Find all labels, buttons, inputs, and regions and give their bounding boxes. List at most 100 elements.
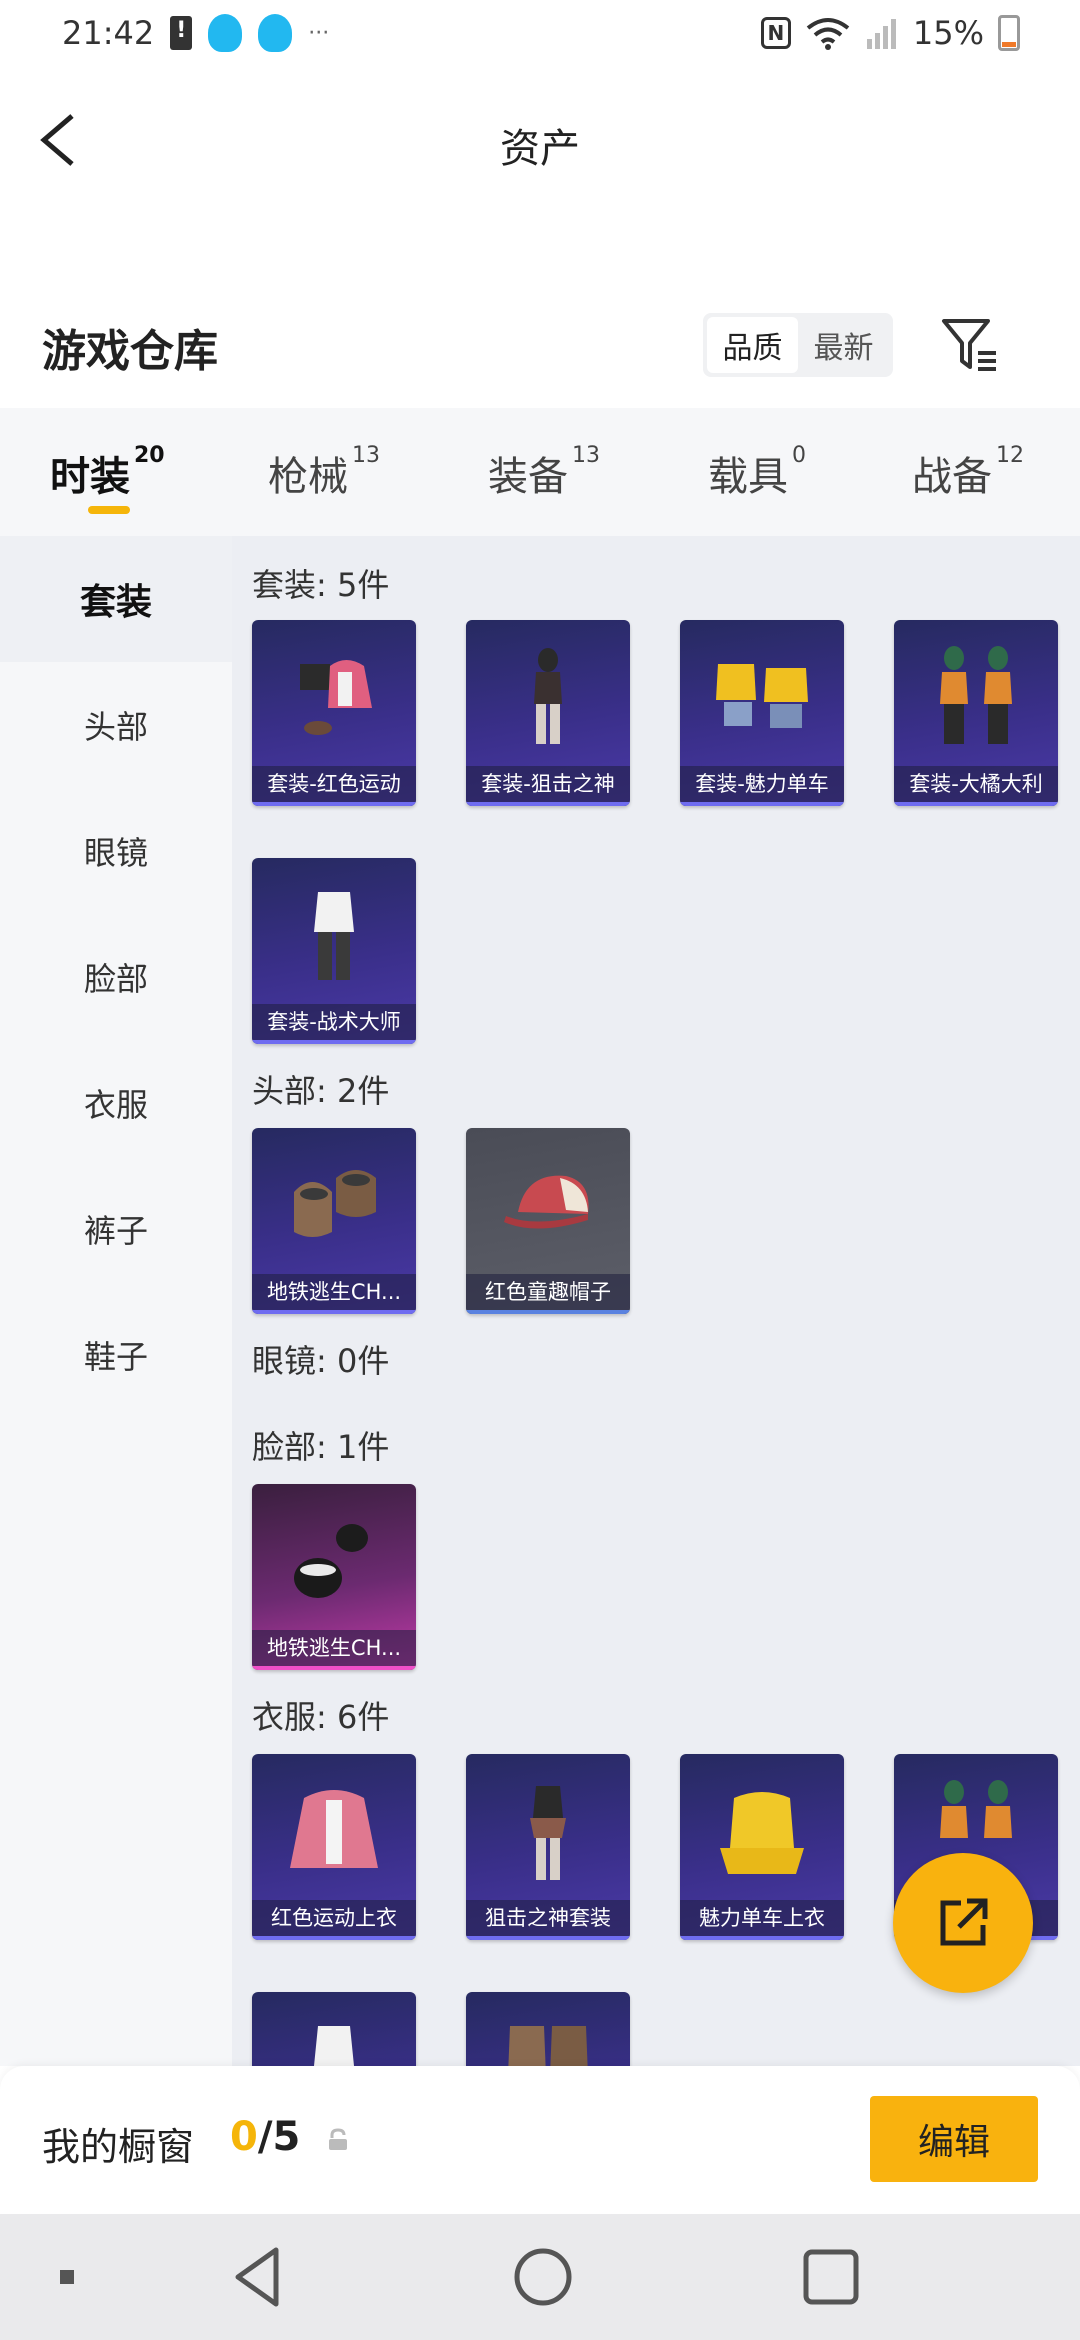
section-label-suits: 套装: 5件: [252, 566, 390, 604]
sidebar-item-pants[interactable]: 裤子: [0, 1166, 232, 1292]
item-name: 套装-狙击之神: [466, 766, 630, 806]
item-name: 套装-红色运动: [252, 766, 416, 806]
item-name: 地铁逃生CH...: [252, 1630, 416, 1670]
tab-label: 战备: [912, 454, 992, 500]
qq-icon: [258, 14, 293, 52]
item-card[interactable]: 套装-战术大师: [252, 858, 416, 1044]
sort-newest-option[interactable]: 最新: [798, 317, 889, 373]
showcase-total: /5: [257, 2114, 301, 2160]
lock-icon: [329, 2128, 347, 2150]
item-name: 狙击之神套装: [466, 1900, 630, 1940]
tab-count: 13: [572, 442, 600, 468]
item-card[interactable]: 套装-魅力单车: [680, 620, 844, 806]
system-nav-bar: [0, 2214, 1080, 2340]
item-name: 红色运动上衣: [252, 1900, 416, 1940]
item-card[interactable]: 红色运动上衣: [252, 1754, 416, 1940]
item-name: 地铁逃生CH...: [252, 1274, 416, 1314]
outfit-image: [314, 892, 354, 980]
tab-vehicles[interactable]: 载具 0: [708, 442, 806, 502]
tab-count: 13: [352, 442, 380, 468]
showcase-bar: 我的橱窗 0/5 编辑: [0, 2066, 1080, 2214]
section-label-face: 脸部: 1件: [252, 1428, 390, 1466]
item-card[interactable]: 狙击之神套装: [466, 1754, 630, 1940]
item-grid: 套装: 5件 套装-红色运动 套装-狙击之神 套装-魅力单车 套装-大橘大利 套…: [232, 536, 1080, 2066]
jacket-image: [290, 1790, 378, 1868]
item-name: 套装-魅力单车: [680, 766, 844, 806]
item-card[interactable]: [466, 1992, 630, 2066]
item-card[interactable]: 套装-狙击之神: [466, 620, 630, 806]
outfit-image: [314, 2026, 354, 2066]
coat-image: [508, 2026, 588, 2066]
nav-home-icon[interactable]: [510, 2244, 576, 2310]
showcase-label: 我的橱窗: [42, 2125, 195, 2169]
signal-icon: [866, 19, 896, 49]
outfit-image: [940, 646, 1012, 744]
item-card[interactable]: 套装-大橘大利: [894, 620, 1058, 806]
helmet-image: [294, 1170, 376, 1237]
outfit-image: [716, 664, 808, 728]
mask-image: [294, 1524, 368, 1598]
tab-guns[interactable]: 枪械 13: [268, 442, 380, 502]
sidebar-item-clothes[interactable]: 衣服: [0, 1040, 232, 1166]
nav-dot-icon[interactable]: [34, 2244, 100, 2310]
category-tabs: 时装 20 枪械 13 装备 13 载具 0 战备 12: [0, 408, 1080, 536]
outfit-image: [530, 1786, 566, 1880]
sort-toggle: 品质 最新: [703, 313, 893, 377]
tab-count: 12: [996, 442, 1024, 468]
nfc-icon: N: [760, 17, 791, 49]
tab-label: 装备: [488, 454, 568, 500]
item-name: 套装-战术大师: [252, 1004, 416, 1044]
warehouse-title: 游戏仓库: [42, 326, 218, 377]
more-notifications-icon: ···: [308, 20, 330, 46]
wifi-icon: [806, 18, 850, 50]
outfit-image: [300, 660, 372, 735]
qq-icon: [208, 14, 243, 52]
tab-fashion[interactable]: 时装 20: [50, 442, 165, 502]
page-title: 资产: [500, 126, 580, 172]
section-label-clothes: 衣服: 6件: [252, 1698, 390, 1736]
item-name: 红色童趣帽子: [466, 1274, 630, 1314]
filter-icon[interactable]: [940, 315, 1000, 375]
showcase-count: 0/5: [230, 2114, 300, 2160]
item-card[interactable]: [252, 1992, 416, 2066]
nav-back-icon[interactable]: [226, 2244, 292, 2310]
cap-image: [504, 1175, 589, 1229]
sidebar-item-suits[interactable]: 套装: [0, 536, 232, 662]
tab-supplies[interactable]: 战备 12: [912, 442, 1024, 502]
item-card[interactable]: 套装-红色运动: [252, 620, 416, 806]
item-card[interactable]: 地铁逃生CH...: [252, 1128, 416, 1314]
sort-quality-option[interactable]: 品质: [707, 317, 798, 373]
outfit-image: [534, 648, 562, 744]
sidebar-item-head[interactable]: 头部: [0, 662, 232, 788]
showcase-used: 0: [230, 2114, 258, 2160]
share-icon: [940, 1898, 988, 1946]
sidebar-item-face[interactable]: 脸部: [0, 914, 232, 1040]
tab-label: 时装: [50, 454, 130, 500]
tab-equipment[interactable]: 装备 13: [488, 442, 600, 502]
sidebar-item-shoes[interactable]: 鞋子: [0, 1292, 232, 1418]
item-card[interactable]: 地铁逃生CH...: [252, 1484, 416, 1670]
battery-icon: [998, 15, 1020, 51]
sidebar: 套装 头部 眼镜 脸部 衣服 裤子 鞋子: [0, 536, 232, 2066]
status-bar: 21:42 ··· N 15%: [0, 0, 1080, 66]
item-card[interactable]: 红色童趣帽子: [466, 1128, 630, 1314]
item-name: 魅力单车上衣: [680, 1900, 844, 1940]
tab-count: 0: [792, 442, 806, 468]
nav-recents-icon[interactable]: [798, 2244, 864, 2310]
share-button[interactable]: [893, 1853, 1033, 1993]
edit-button[interactable]: 编辑: [870, 2096, 1038, 2182]
battery-percent: 15%: [912, 14, 984, 52]
section-label-head: 头部: 2件: [252, 1072, 390, 1110]
tab-label: 枪械: [268, 454, 348, 500]
header: 资产: [0, 88, 1080, 198]
shirt-image: [720, 1792, 804, 1874]
tab-label: 载具: [708, 454, 788, 500]
section-label-glasses: 眼镜: 0件: [252, 1342, 390, 1380]
item-card[interactable]: 魅力单车上衣: [680, 1754, 844, 1940]
tab-count: 20: [134, 442, 165, 468]
item-name: 套装-大橘大利: [894, 766, 1058, 806]
status-time: 21:42: [62, 14, 155, 52]
active-tab-indicator: [88, 506, 130, 514]
sidebar-item-glasses[interactable]: 眼镜: [0, 788, 232, 914]
battery-alert-icon: [170, 16, 193, 50]
